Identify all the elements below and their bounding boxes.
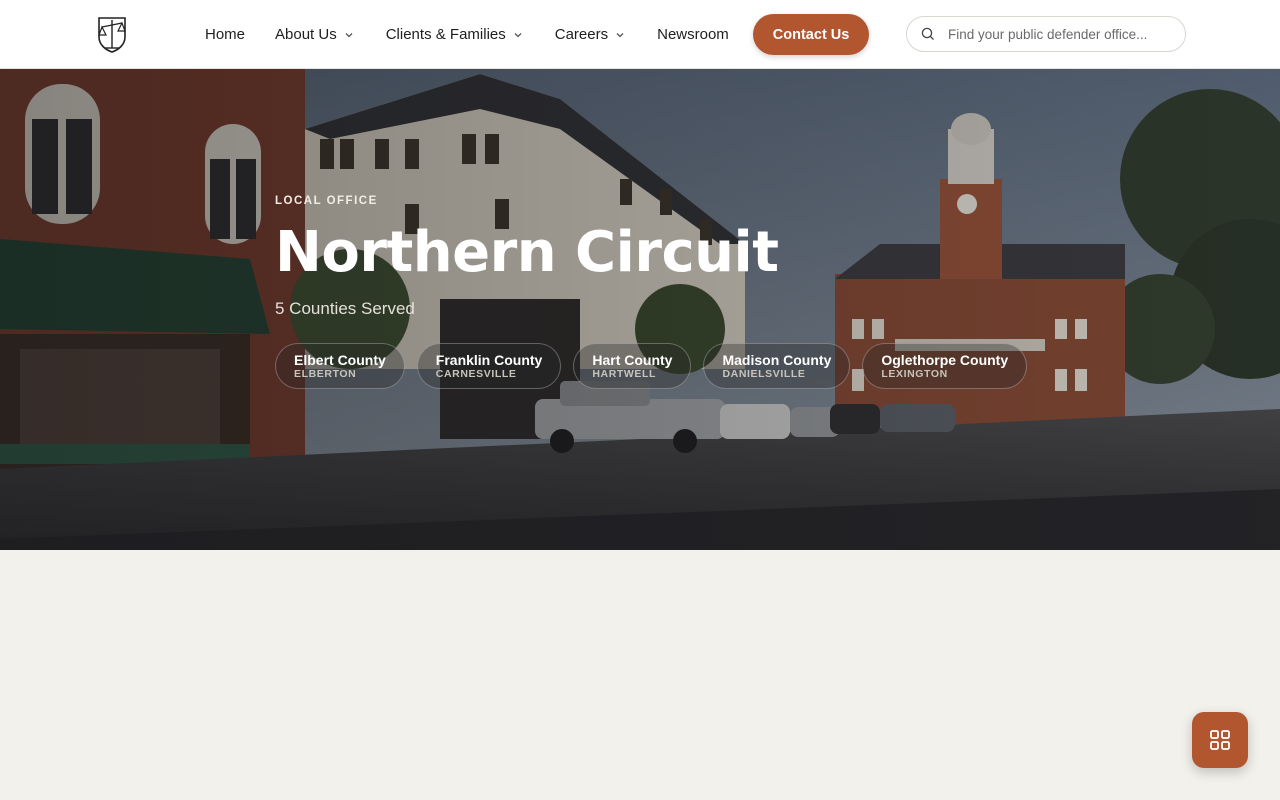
chevron-down-icon: [345, 32, 353, 37]
quick-links-button[interactable]: [1192, 712, 1248, 768]
counties-served-text: 5 Counties Served: [275, 299, 415, 318]
hero-section: LOCAL OFFICE Northern Circuit 5 Counties…: [0, 69, 1280, 550]
county-pill-madison[interactable]: Madison County DANIELSVILLE: [703, 343, 851, 389]
chevron-down-icon: [514, 32, 522, 37]
site-header: Home About Us Clients & Families Careers…: [0, 0, 1280, 69]
nav-home[interactable]: Home: [205, 26, 245, 43]
search-input[interactable]: [948, 26, 1168, 42]
nav-careers-label: Careers: [554, 26, 609, 43]
nav-about-us[interactable]: About Us: [275, 26, 356, 43]
scales-shield-logo-icon[interactable]: [96, 15, 128, 53]
hero-content: LOCAL OFFICE Northern Circuit 5 Counties…: [275, 195, 1039, 389]
county-list: Elbert County ELBERTON Franklin County C…: [275, 343, 1039, 389]
page-title: Northern Circuit: [275, 220, 779, 285]
nav-newsroom-label: Newsroom: [657, 26, 729, 43]
county-pill-elbert[interactable]: Elbert County ELBERTON: [275, 343, 405, 389]
county-city: CARNESVILLE: [435, 367, 517, 380]
office-search[interactable]: [906, 16, 1186, 52]
main-nav: Home About Us Clients & Families Careers…: [205, 0, 870, 69]
search-icon: [921, 27, 934, 40]
nav-careers[interactable]: Careers: [555, 26, 627, 43]
grid-menu-icon: [1210, 730, 1230, 750]
county-name: Elbert County: [294, 351, 386, 368]
county-pill-franklin[interactable]: Franklin County CARNESVILLE: [416, 343, 562, 389]
county-pill-oglethorpe[interactable]: Oglethorpe County LEXINGTON: [862, 343, 1028, 389]
nav-home-label: Home: [205, 26, 246, 43]
county-name: Oglethorpe County: [881, 351, 1009, 368]
nav-about-us-label: About Us: [275, 26, 337, 43]
county-city: HARTWELL: [592, 367, 657, 380]
county-name: Hart County: [592, 351, 673, 368]
contact-us-button[interactable]: Contact Us: [752, 14, 870, 55]
nav-clients-families[interactable]: Clients & Families: [386, 26, 525, 43]
nav-clients-families-label: Clients & Families: [385, 26, 506, 43]
county-name: Franklin County: [435, 351, 543, 368]
county-pill-hart[interactable]: Hart County HARTWELL: [573, 343, 692, 389]
county-name: Madison County: [722, 351, 832, 368]
county-city: LEXINGTON: [881, 367, 948, 380]
county-city: DANIELSVILLE: [722, 367, 806, 380]
chevron-down-icon: [616, 32, 624, 37]
hero-eyebrow: LOCAL OFFICE: [275, 195, 378, 207]
county-city: ELBERTON: [294, 367, 357, 380]
nav-newsroom[interactable]: Newsroom: [657, 26, 729, 43]
